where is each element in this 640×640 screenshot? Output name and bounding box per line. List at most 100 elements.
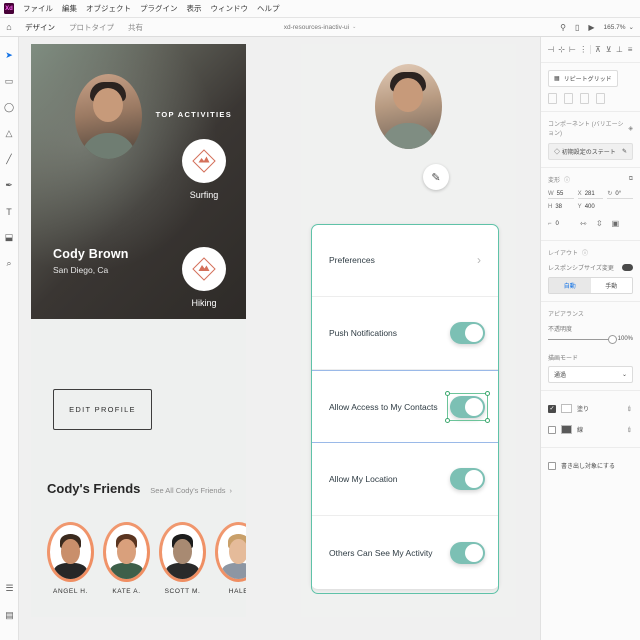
align-top-icon[interactable]: ⊼ <box>594 45 602 54</box>
align-left-icon[interactable]: ⊣ <box>547 45 555 54</box>
intersect-icon[interactable] <box>580 93 589 104</box>
flip-icon[interactable]: ⧉ <box>629 176 633 183</box>
zoom-tool-icon[interactable]: ⌕ <box>3 257 16 270</box>
x-label: X <box>577 190 582 197</box>
layers-panel-icon[interactable]: ☰ <box>3 582 16 595</box>
menu-window[interactable]: ウィンドウ <box>211 3 249 14</box>
friend-name: ANGEL H. <box>53 588 88 595</box>
align-middle-v-icon[interactable]: ⊻ <box>605 45 613 54</box>
text-tool-icon[interactable]: T <box>3 205 16 218</box>
friend-item[interactable]: HALE <box>215 522 246 595</box>
corner-type-icon[interactable]: ▣ <box>611 219 620 228</box>
toggle-allow-location[interactable] <box>450 468 485 490</box>
profile-location: San Diego, Ca <box>53 265 109 275</box>
component-section: コンポーネント (バリエーション) ◈ ◇ 初期設定のステート ✎ <box>541 112 640 168</box>
artboard-settings[interactable]: ✎ Preferences › Push Notifications Allow… <box>301 44 516 617</box>
boolean-ops-row <box>548 93 633 104</box>
resize-handle[interactable] <box>485 417 490 423</box>
distribute-h-icon[interactable]: ⋮ <box>579 45 587 54</box>
activity-hiking[interactable]: Hiking <box>182 247 226 308</box>
settings-row-allow-contacts[interactable]: Allow Access to My Contacts <box>311 370 499 443</box>
surf-diamond-icon <box>182 139 226 183</box>
menu-edit[interactable]: 編集 <box>62 3 77 14</box>
border-checkbox[interactable] <box>548 425 556 434</box>
activity-surfing[interactable]: Surfing <box>182 139 226 200</box>
line-tool-icon[interactable]: ╱ <box>3 153 16 166</box>
tab-share[interactable]: 共有 <box>121 22 150 33</box>
profile-avatar <box>75 74 142 159</box>
distribute-v-icon[interactable]: ≡ <box>626 45 634 54</box>
artboard-profile[interactable]: TOP ACTIVITIES Surfing Hiking Cody Brown… <box>31 44 246 617</box>
blend-mode-select[interactable]: 通過 ⌄ <box>548 366 633 383</box>
polygon-tool-icon[interactable]: △ <box>3 127 16 140</box>
settings-row-see-activity[interactable]: Others Can See My Activity <box>311 516 499 589</box>
menu-view[interactable]: 表示 <box>187 3 202 14</box>
pen-tool-icon[interactable]: ✒ <box>3 179 16 192</box>
export-checkbox[interactable] <box>548 461 556 470</box>
resize-mode-manual[interactable]: 手動 <box>590 278 632 293</box>
settings-row-preferences[interactable]: Preferences › <box>311 224 499 297</box>
play-icon[interactable]: ▶ <box>588 23 594 32</box>
settings-row-push-notifications[interactable]: Push Notifications <box>311 297 499 370</box>
border-color-swatch[interactable] <box>561 425 572 434</box>
settings-row-allow-location[interactable]: Allow My Location <box>311 443 499 516</box>
x-field[interactable]: X 281 <box>577 190 604 199</box>
artboard-tool-icon[interactable]: ⬓ <box>3 231 16 244</box>
pencil-icon[interactable]: ✎ <box>423 164 449 190</box>
tab-prototype[interactable]: プロトタイプ <box>62 22 121 33</box>
coedit-icon[interactable]: ⚲ <box>560 23 566 32</box>
eyedropper-icon[interactable]: ✐ <box>625 425 635 434</box>
ellipse-tool-icon[interactable]: ◯ <box>3 101 16 114</box>
subtract-icon[interactable] <box>564 93 573 104</box>
resize-mode-auto[interactable]: 自動 <box>549 278 591 293</box>
rotation-field[interactable]: ↻ 0° <box>607 190 634 199</box>
friend-item[interactable]: KATE A. <box>103 522 150 595</box>
height-field[interactable]: H 38 <box>548 204 574 211</box>
opacity-slider[interactable]: 100% <box>548 333 633 345</box>
align-right-icon[interactable]: ⊢ <box>568 45 576 54</box>
document-title[interactable]: xd-resources-inactiv-ui ⌄ <box>284 24 357 31</box>
slider-knob[interactable] <box>608 334 617 344</box>
resize-handle[interactable] <box>445 390 450 396</box>
home-icon[interactable]: ⌂ <box>0 22 18 32</box>
fill-checkbox[interactable]: ✓ <box>548 404 556 413</box>
flip-v-icon[interactable]: ⇳ <box>595 219 604 228</box>
align-center-h-icon[interactable]: ⊹ <box>558 45 566 54</box>
rectangle-tool-icon[interactable]: ▭ <box>3 75 16 88</box>
menu-plugins[interactable]: プラグイン <box>140 3 178 14</box>
responsive-resize-toggle[interactable] <box>622 264 633 271</box>
toggle-push-notifications[interactable] <box>450 322 485 344</box>
menu-help[interactable]: ヘルプ <box>257 3 280 14</box>
friend-item[interactable]: SCOTT M. <box>159 522 206 595</box>
toggle-see-activity[interactable] <box>450 541 485 564</box>
y-field[interactable]: Y 400 <box>578 204 604 211</box>
export-row[interactable]: 書き出し対象にする <box>548 455 633 476</box>
device-preview-icon[interactable]: ▯ <box>575 23 579 32</box>
see-all-friends-link[interactable]: See All Cody's Friends › <box>150 486 232 495</box>
component-state-row[interactable]: ◇ 初期設定のステート ✎ <box>548 143 633 160</box>
repeat-grid-button[interactable]: ▦ リピートグリッド <box>548 70 618 87</box>
chevron-down-icon: ⌄ <box>352 24 357 30</box>
eyedropper-icon[interactable]: ✐ <box>625 404 635 413</box>
assets-panel-icon[interactable]: ▤ <box>3 609 16 622</box>
component-state-label: ◇ 初期設定のステート <box>554 147 616 156</box>
select-tool-icon[interactable]: ➤ <box>3 49 16 62</box>
tab-design[interactable]: デザイン <box>18 22 62 33</box>
align-bottom-icon[interactable]: ⊥ <box>616 45 624 54</box>
fill-color-swatch[interactable] <box>561 404 572 413</box>
menu-object[interactable]: オブジェクト <box>86 3 131 14</box>
friend-item[interactable]: ANGEL H. <box>47 522 94 595</box>
resize-handle[interactable] <box>445 417 450 423</box>
fill-label: 塗り <box>577 407 590 413</box>
responsive-resize-row[interactable]: レスポンシブサイズ変更 <box>548 263 633 272</box>
add-icon[interactable] <box>548 93 557 104</box>
flip-h-icon[interactable]: ⇿ <box>579 219 588 228</box>
width-field[interactable]: W 55 <box>548 191 574 199</box>
exclude-overlap-icon[interactable] <box>596 93 605 104</box>
menu-file[interactable]: ファイル <box>23 3 53 14</box>
resize-handle[interactable] <box>485 390 490 396</box>
zoom-control[interactable]: 165.7% ⌄ <box>604 23 635 32</box>
pencil-icon[interactable]: ✎ <box>622 148 627 155</box>
edit-profile-button[interactable]: EDIT PROFILE <box>53 389 152 430</box>
design-canvas[interactable]: TOP ACTIVITIES Surfing Hiking Cody Brown… <box>19 37 540 640</box>
